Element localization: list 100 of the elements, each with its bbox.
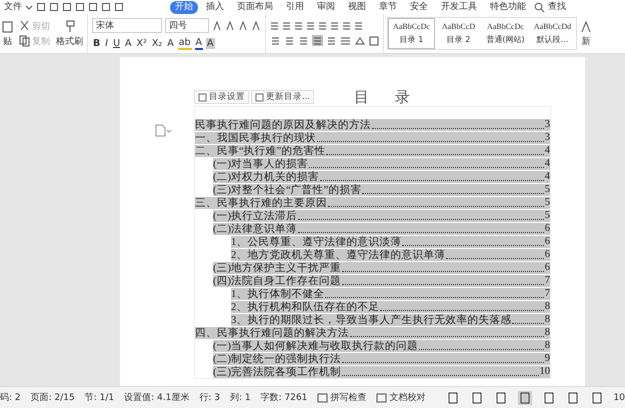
toc-toolbar-button[interactable]: 更新目录... — [251, 90, 314, 104]
align-icon[interactable] — [284, 35, 295, 46]
format-button[interactable]: A — [124, 38, 133, 48]
menu-tab[interactable]: 视图 — [343, 0, 371, 14]
toc-entry-title[interactable]: (四)法院自身工作存在问题 — [213, 274, 341, 288]
toc-page-number: 7 — [544, 275, 550, 286]
toc-page-number: 4 — [544, 158, 550, 170]
toc-entry-title[interactable]: 3、执行的期限过长，导致当事人产生执行无效率的失落感 — [231, 312, 512, 327]
align-icon[interactable] — [326, 35, 337, 46]
toc-heading: 目 录 — [354, 88, 410, 106]
toc-page-number: 9 — [544, 353, 550, 364]
style-item[interactable]: AaBbCcDc 普通(网站) — [482, 18, 529, 49]
style-preview: AaBbCcDd — [534, 22, 572, 31]
toc-page-number: 4 — [544, 145, 550, 156]
toc-page-number: 8 — [544, 327, 550, 338]
format-button[interactable]: X² — [136, 38, 148, 48]
toc-entry-title[interactable]: 2、执行机构和队伍存在的不足 — [231, 300, 380, 314]
toc-entry-title[interactable]: (三)地方保护主义干扰严重 — [213, 260, 341, 275]
copy-icon — [19, 35, 30, 47]
style-name: 目录 1 — [400, 34, 424, 45]
search-icon[interactable] — [534, 2, 545, 12]
paste-button[interactable]: 贴 — [2, 20, 13, 48]
menu-tab[interactable]: 开发工具 — [436, 0, 482, 14]
toc-entry-title[interactable]: 民事执行难问题的原因及解决的方法 — [195, 118, 371, 132]
toc-entry-title[interactable]: (二)对权力机关的损害 — [213, 170, 319, 184]
style-item[interactable]: AaBbCcDc 目录 1 — [388, 18, 435, 49]
format-button[interactable]: A — [194, 36, 204, 50]
format-button[interactable]: A — [206, 38, 215, 48]
line-spacing-icon[interactable] — [340, 36, 351, 46]
menu-tab[interactable]: 特色功能 — [485, 0, 531, 14]
style-preview: AaBbCcD — [442, 22, 476, 31]
toc-entry-title[interactable]: 一、我国民事执行的现状 — [195, 130, 316, 145]
style-name: 目录 2 — [446, 34, 470, 45]
toc-page-number: 8 — [544, 301, 550, 312]
style-preview: AaBbCcDc — [393, 22, 430, 31]
zoom-level[interactable]: 10 — [614, 392, 625, 402]
menu-tab[interactable]: 引用 — [281, 0, 309, 14]
file-menu[interactable]: 文件 — [4, 0, 22, 14]
menu-tab[interactable]: 章节 — [374, 0, 402, 14]
style-preview: AaBbCcDc — [487, 22, 524, 31]
status-text: 设置值: 4.1厘米 — [124, 392, 190, 404]
format-button[interactable]: U — [112, 38, 122, 48]
status-text: 码: 2 — [0, 392, 21, 404]
align-icon[interactable] — [270, 35, 281, 46]
menu-tab[interactable]: 开始 — [170, 0, 198, 14]
menu-tab[interactable]: 安全 — [405, 0, 433, 14]
toc-entry-title[interactable]: 1、公民尊重、遵守法律的意识淡薄 — [231, 234, 402, 249]
toc-entry-title[interactable]: (二)法律意识单薄 — [213, 222, 297, 236]
painter-button[interactable]: 格式刷 — [56, 20, 83, 48]
toc-page-number: 6 — [544, 236, 550, 248]
style-item[interactable]: AaBbCcD 目录 2 — [435, 18, 482, 49]
toc-page-number: 10 — [540, 366, 550, 378]
toc-entry-title[interactable]: 1、执行体制不健全 — [231, 286, 324, 301]
font-name-field[interactable]: 宋体 — [92, 18, 162, 32]
scissors-icon — [19, 20, 30, 32]
style-gallery[interactable]: AaBbCcDc 目录 1 AaBbCcD 目录 2 AaBbCcDc 普通(网站) AaBbCcDd 默认段... — [387, 17, 577, 50]
toc-entry-title[interactable]: (一)执行立法滞后 — [213, 208, 297, 223]
format-button[interactable]: X₂ — [150, 38, 164, 48]
toc-page-number: 3 — [544, 119, 550, 130]
document-icon[interactable] — [155, 124, 172, 137]
search-button[interactable]: 查找 — [548, 0, 566, 14]
toc-entry-title[interactable]: (一)对当事人的损害 — [213, 156, 308, 171]
toc-entry-title[interactable]: 三、民事执行难的主要原因 — [195, 196, 327, 210]
menu-tab[interactable]: 插入 — [201, 0, 229, 14]
format-button[interactable]: A — [166, 38, 175, 48]
menu-tab[interactable]: 页面布局 — [232, 0, 278, 14]
toc-page-number: 5 — [544, 210, 550, 222]
font-size-field[interactable]: 四号 — [165, 18, 209, 32]
spell-check-button[interactable]: 拼写检查 — [317, 391, 366, 404]
align-icon[interactable] — [298, 35, 309, 46]
toc-page-number: 8 — [544, 314, 550, 326]
proofread-button[interactable]: 文档校对 — [376, 391, 426, 404]
toc-entry-title[interactable]: (三)对整个社会“广普性”的损害 — [213, 182, 362, 197]
status-text: 行: 3 — [199, 392, 220, 404]
toc-page-number: 5 — [544, 197, 550, 208]
toc-page-number: 6 — [544, 249, 550, 260]
new-style-label[interactable]: 新 — [582, 34, 590, 48]
toc-page-number: 8 — [544, 340, 550, 352]
toc-page-number: 7 — [544, 288, 550, 300]
style-item[interactable]: AaBbCcDd 默认段... — [529, 18, 576, 49]
menu-tab[interactable]: 审阅 — [312, 0, 340, 14]
status-text: 页面: 2/15 — [30, 392, 75, 404]
toc-entry-title[interactable]: 二、民事“执行难”的危害性 — [195, 144, 326, 158]
align-icon[interactable] — [312, 35, 323, 46]
style-name: 默认段... — [536, 34, 568, 45]
toc-page-number: 3 — [544, 132, 550, 144]
brush-icon — [64, 20, 76, 32]
toc-toolbar-button[interactable]: 目录设置 — [194, 90, 249, 104]
toc-entry-title[interactable]: (一)当事人如何解决难与收取执行款的问题 — [213, 338, 418, 353]
status-text: 字数: 7261 — [260, 392, 308, 404]
toc-entry-title[interactable]: (三)完善法院各项工作机制 — [213, 364, 341, 379]
toc-page-number: 6 — [544, 223, 550, 234]
format-button[interactable]: I — [104, 38, 110, 48]
format-button[interactable]: B — [92, 38, 102, 48]
borders-icon[interactable] — [369, 36, 379, 46]
toc-entry-title[interactable]: (二)制定统一的强制执行法 — [213, 352, 341, 366]
toc-entry-title[interactable]: 2、地方党政机关尊重、遵守法律的意识单薄 — [231, 248, 446, 262]
format-button[interactable]: ab — [178, 36, 192, 50]
toc-entry-title[interactable]: 四、民事执行难问题的解决方法 — [195, 326, 349, 340]
toc-page-number: 6 — [544, 262, 550, 274]
